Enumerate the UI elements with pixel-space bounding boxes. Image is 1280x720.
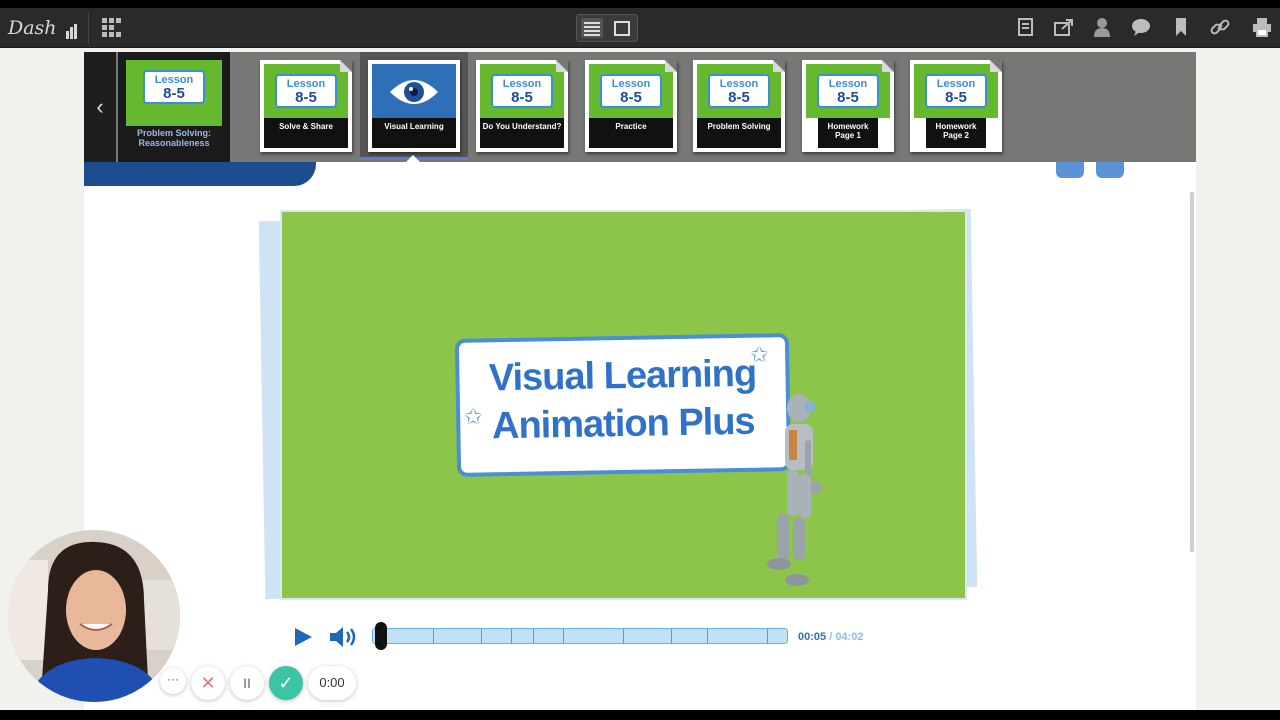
brand-name: Dash: [8, 17, 57, 39]
video-current-time: 00:05: [798, 631, 827, 643]
video-title-line2: Animation Plus: [491, 400, 755, 448]
share-icon[interactable]: [1052, 16, 1076, 40]
video-time-separator: /: [826, 631, 836, 643]
lesson-strip: ‹ Lesson 8-5 Problem Solving: Reasonable…: [84, 52, 1196, 162]
recorder-done-button[interactable]: ✓: [269, 666, 303, 700]
recorder-pause-button[interactable]: II: [230, 666, 264, 700]
toolbar-divider: [88, 12, 89, 44]
star-icon: ✩: [750, 342, 769, 367]
strip-item-label: Problem Solving: [697, 118, 781, 148]
strip-item-practice[interactable]: Lesson 8-5 Practice: [585, 60, 677, 152]
recorder-cancel-button[interactable]: ✕: [191, 666, 225, 700]
strip-back-chevron-icon[interactable]: ‹: [84, 52, 116, 162]
bookmark-icon[interactable]: [1169, 16, 1193, 40]
strip-item-homework-page-1[interactable]: Lesson 8-5 Homework Page 1: [802, 60, 894, 152]
link-icon[interactable]: [1208, 16, 1232, 40]
strip-item-solve-share[interactable]: Lesson 8-5 Solve & Share: [260, 60, 352, 152]
video-title-line1: Visual Learning: [488, 352, 757, 400]
brand-logo[interactable]: Dash: [8, 17, 78, 39]
view-page-icon[interactable]: [611, 18, 633, 38]
video-progress-track[interactable]: [372, 628, 788, 644]
webcam-overlay: [8, 530, 180, 702]
recorder-more-button[interactable]: ···: [160, 668, 186, 694]
user-icon[interactable]: [1090, 16, 1114, 40]
play-icon[interactable]: [292, 626, 314, 648]
strip-item-homework-page-2[interactable]: Lesson 8-5 Homework Page 2: [910, 60, 1002, 152]
strip-item-label: Solve & Share: [264, 118, 348, 148]
strip-item-visual-learning[interactable]: Visual Learning: [368, 60, 460, 152]
strip-item-problem-solving[interactable]: Lesson 8-5 Problem Solving: [693, 60, 785, 152]
apps-grid-icon[interactable]: [102, 18, 122, 38]
presenter-video: [8, 530, 180, 702]
chat-icon[interactable]: [1129, 16, 1153, 40]
print-icon[interactable]: [1250, 16, 1274, 40]
letterbox-top: [0, 0, 1280, 8]
badge-number: 8-5: [945, 89, 967, 106]
video-time-display: 00:05 / 04:02: [798, 631, 863, 643]
badge-number: 8-5: [295, 89, 317, 106]
app-frame: Dash ‹ Lesson 8-5 Problem Solving: Reaso…: [0, 0, 1280, 720]
program-logo-banner: [84, 162, 316, 186]
panel-tool-button[interactable]: [1096, 162, 1124, 178]
selected-indicator-arrow: [404, 155, 422, 164]
recorder-elapsed-time: 0:00: [308, 666, 356, 700]
view-toggle: [576, 14, 638, 42]
scrollbar[interactable]: [1190, 192, 1194, 552]
panel-tool-button[interactable]: [1056, 162, 1084, 178]
current-lesson-caption: Problem Solving: Reasonableness: [136, 128, 211, 148]
strip-item-label: Practice: [589, 118, 673, 148]
letterbox-bottom: [0, 710, 1280, 720]
badge-number: 8-5: [511, 89, 533, 106]
strip-item-do-you-understand[interactable]: Lesson 8-5 Do You Understand?: [476, 60, 568, 152]
video-total-time: 04:02: [835, 631, 864, 643]
strip-item-label: Do You Understand?: [480, 118, 564, 148]
badge-number: 8-5: [620, 89, 642, 106]
robot-character: [767, 394, 822, 586]
brand-bars-icon: [65, 17, 78, 39]
view-list-icon[interactable]: [581, 18, 603, 38]
badge-number: 8-5: [837, 89, 859, 106]
eye-icon: [390, 80, 438, 104]
star-icon: ✩: [464, 404, 483, 429]
current-lesson-card[interactable]: Lesson 8-5 Problem Solving: Reasonablene…: [118, 52, 230, 162]
volume-icon[interactable]: [328, 624, 358, 650]
top-toolbar: Dash: [0, 8, 1280, 48]
notes-icon[interactable]: [1014, 16, 1038, 40]
video-scrubber-handle[interactable]: [375, 622, 387, 650]
strip-item-label: Homework Page 2: [926, 118, 986, 148]
badge-number: 8-5: [728, 89, 750, 106]
strip-item-label: Visual Learning: [372, 118, 456, 148]
video-title-card: Visual Learning Animation Plus: [454, 333, 792, 477]
strip-item-label: Homework Page 1: [818, 118, 878, 148]
current-lesson-badge-number: 8-5: [163, 85, 185, 102]
